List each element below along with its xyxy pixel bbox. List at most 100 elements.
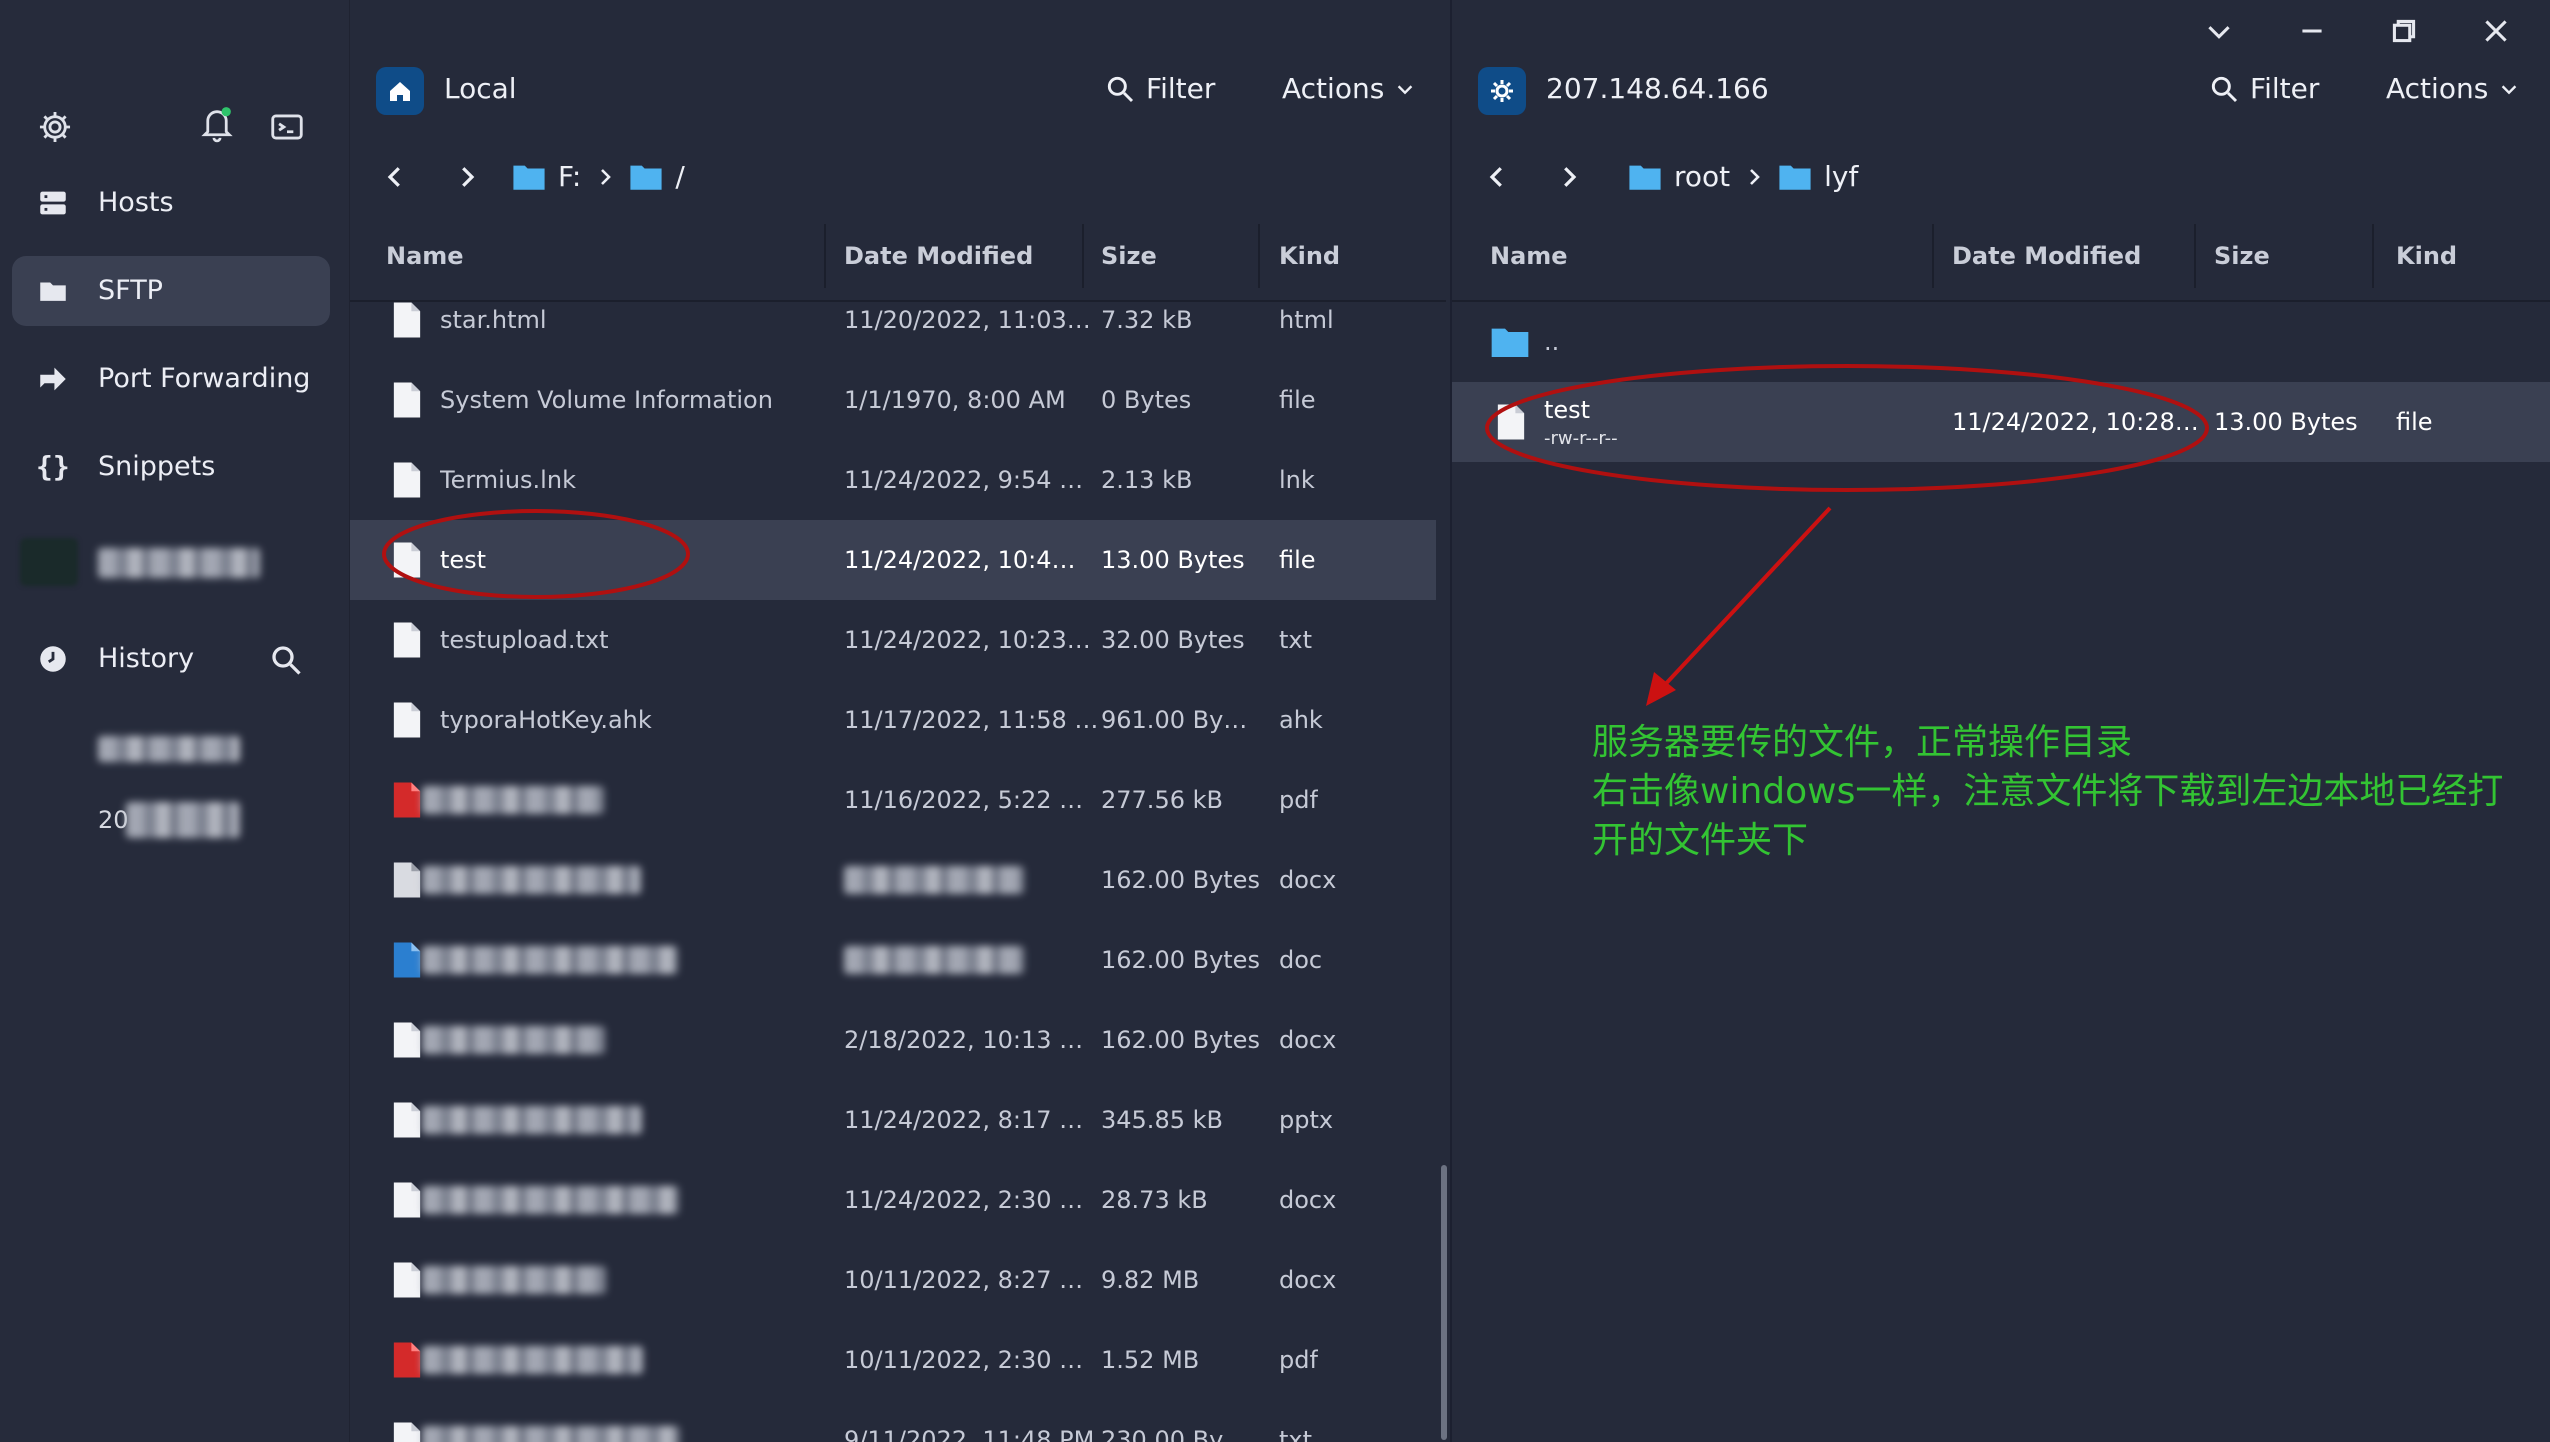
folder-icon — [1491, 328, 1529, 357]
document-file-icon — [393, 862, 421, 898]
sidebar-item-label: History — [98, 643, 195, 674]
file-icon — [393, 1022, 421, 1058]
home-icon — [376, 67, 424, 115]
table-row[interactable]: typoraHotKey.ahk 11/17/2022, 11:58 … 961.0… — [350, 680, 1436, 760]
restore-icon — [2392, 19, 2416, 43]
actions-label: Actions — [2386, 72, 2489, 105]
sidebar-item-hosts[interactable]: Hosts — [12, 168, 330, 238]
actions-button[interactable]: Actions — [2386, 72, 2520, 105]
chevron-down-icon — [1398, 84, 1413, 94]
file-date: 11/24/2022, 10:23… — [844, 626, 1091, 654]
file-size: 1.52 MB — [1101, 1346, 1200, 1374]
file-kind: docx — [1279, 1266, 1337, 1294]
sidebar-item-label: Port Forwarding — [98, 363, 311, 394]
file-size: 162.00 Bytes — [1101, 866, 1260, 894]
breadcrumb-item[interactable]: root — [1674, 160, 1730, 193]
file-kind: pdf — [1279, 786, 1318, 814]
table-row[interactable]: 11/16/2022, 5:22 … 277.56 kB pdf — [350, 760, 1436, 840]
breadcrumb-item[interactable]: / — [675, 160, 684, 193]
file-date: 11/24/2022, 2:30 … — [844, 1186, 1084, 1214]
remote-host-icon — [1478, 67, 1526, 115]
notification-bell-icon[interactable] — [198, 104, 236, 143]
file-date: 9/11/2022, 11:48 PM — [844, 1426, 1095, 1442]
table-row[interactable]: 10/11/2022, 2:30 … 1.52 MB pdf — [350, 1320, 1436, 1400]
file-name: System Volume Information — [440, 386, 773, 414]
sidebar-item-port-forwarding[interactable]: Port Forwarding — [12, 344, 330, 414]
file-size: 162.00 Bytes — [1101, 1026, 1260, 1054]
terminal-icon[interactable] — [268, 108, 306, 146]
file-date: 11/24/2022, 8:17 … — [844, 1106, 1084, 1134]
forward-button[interactable] — [1554, 162, 1584, 192]
blurred-history-item[interactable] — [126, 802, 240, 838]
file-size: 277.56 kB — [1101, 786, 1223, 814]
chevron-right-icon — [601, 168, 612, 185]
column-header-row: Name Date Modified Size Kind — [1452, 212, 2550, 302]
restore-button[interactable] — [2381, 8, 2427, 54]
table-row[interactable]: 2/18/2022, 10:13 … 162.00 Bytes docx — [350, 1000, 1436, 1080]
blurred-file-name — [422, 1346, 643, 1374]
blurred-host-avatar[interactable] — [20, 538, 78, 586]
breadcrumb-item[interactable]: F: — [558, 160, 581, 193]
file-icon — [393, 1262, 421, 1298]
minimize-button[interactable] — [2289, 8, 2335, 54]
file-size: 961.00 By… — [1101, 706, 1248, 734]
column-header-date[interactable]: Date Modified — [1952, 212, 2141, 300]
table-row[interactable]: 11/24/2022, 2:30 … 28.73 kB docx — [350, 1160, 1436, 1240]
sidebar-item-snippets[interactable]: {} Snippets — [12, 432, 330, 502]
settings-gear-icon[interactable] — [36, 108, 74, 146]
scrollbar[interactable] — [1441, 1165, 1447, 1440]
chevron-left-icon — [1489, 167, 1502, 187]
panel-title: 207.148.64.166 — [1546, 72, 1769, 105]
file-kind: lnk — [1279, 466, 1315, 494]
file-size: 345.85 kB — [1101, 1106, 1223, 1134]
column-header-name[interactable]: Name — [386, 212, 464, 300]
column-header-kind[interactable]: Kind — [2396, 212, 2457, 300]
table-row[interactable]: System Volume Information 1/1/1970, 8:00 … — [350, 360, 1436, 440]
table-row[interactable]: 10/11/2022, 8:27 … 9.82 MB docx — [350, 1240, 1436, 1320]
annotation-text: 服务器要传的文件，正常操作目录 右击像windows一样，注意文件将下载到左边本… — [1592, 718, 2542, 865]
column-header-date[interactable]: Date Modified — [844, 212, 1033, 300]
back-button[interactable] — [1482, 162, 1512, 192]
sidebar-item-sftp[interactable]: SFTP — [12, 256, 330, 326]
actions-button[interactable]: Actions — [1282, 72, 1416, 105]
actions-label: Actions — [1282, 72, 1385, 105]
file-date: 10/11/2022, 8:27 … — [844, 1266, 1084, 1294]
table-row[interactable]: 9/11/2022, 11:48 PM 230.00 By… txt — [350, 1400, 1436, 1442]
minimize-icon — [2302, 29, 2322, 33]
file-size: 9.82 MB — [1101, 1266, 1200, 1294]
file-kind: doc — [1279, 946, 1323, 974]
column-header-size[interactable]: Size — [2214, 212, 2270, 300]
back-button[interactable] — [380, 162, 410, 192]
file-kind: ahk — [1279, 706, 1323, 734]
close-button[interactable] — [2473, 8, 2519, 54]
filter-button[interactable]: Filter — [1104, 72, 1215, 105]
file-kind: html — [1279, 306, 1334, 334]
table-row[interactable]: testupload.txt 11/24/2022, 10:23… 32.00 By… — [350, 600, 1436, 680]
pdf-file-icon — [393, 1342, 421, 1378]
file-size: 7.32 kB — [1101, 306, 1193, 334]
html-file-icon — [393, 302, 421, 338]
breadcrumb-item[interactable]: lyf — [1824, 160, 1858, 193]
file-size: 32.00 Bytes — [1101, 626, 1245, 654]
file-kind: pptx — [1279, 1106, 1334, 1134]
table-row[interactable]: 11/24/2022, 8:17 … 345.85 kB pptx — [350, 1080, 1436, 1160]
table-row[interactable]: 162.00 Bytes docx — [350, 840, 1436, 920]
column-header-size[interactable]: Size — [1101, 212, 1157, 300]
column-header-name[interactable]: Name — [1490, 212, 1568, 300]
word-file-icon — [393, 942, 421, 978]
forward-button[interactable] — [452, 162, 482, 192]
file-kind: txt — [1279, 626, 1313, 654]
table-row[interactable]: 162.00 Bytes doc — [350, 920, 1436, 1000]
history-search-icon[interactable] — [268, 642, 304, 678]
table-row[interactable]: star.html 11/20/2022, 11:03… 7.32 kB html — [350, 302, 1436, 360]
blurred-history-item[interactable] — [98, 736, 240, 762]
filter-button[interactable]: Filter — [2208, 72, 2319, 105]
blurred-file-name — [422, 866, 641, 894]
blurred-host-name[interactable] — [98, 548, 260, 578]
column-header-kind[interactable]: Kind — [1279, 212, 1340, 300]
file-name: typoraHotKey.ahk — [440, 706, 652, 734]
folder-icon — [630, 165, 662, 190]
collapse-window-button[interactable] — [2196, 8, 2242, 54]
history-item-text[interactable]: 20 — [98, 806, 129, 834]
file-size: 230.00 By… — [1101, 1426, 1248, 1442]
